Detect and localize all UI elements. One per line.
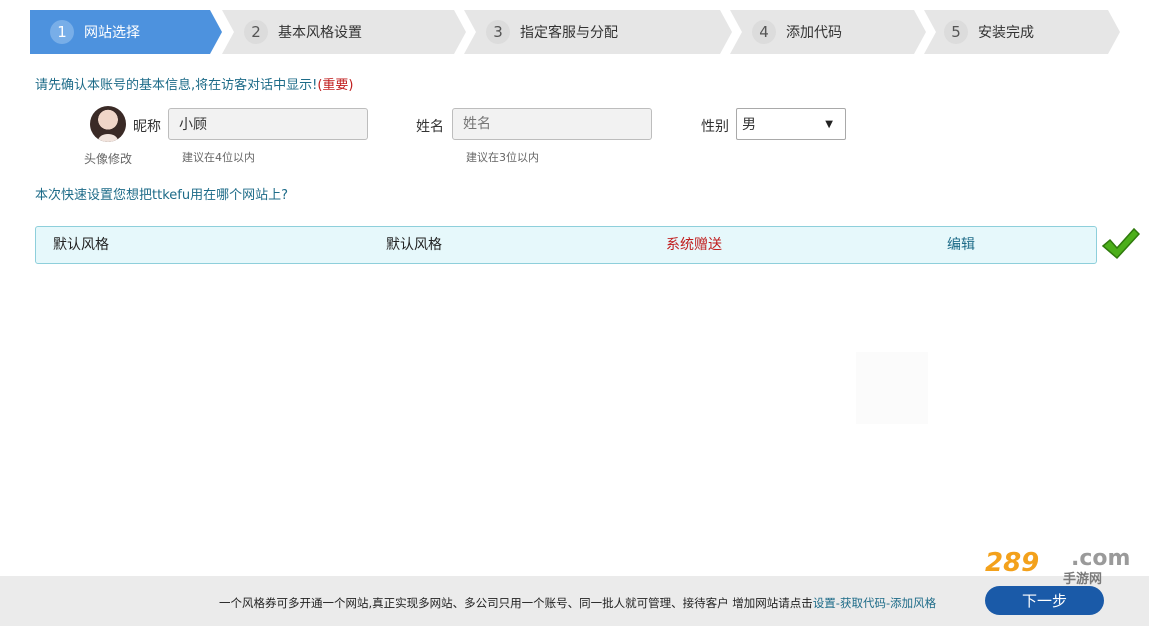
step-website-select[interactable]: 1 网站选择 — [30, 10, 222, 54]
intro-text: 请先确认本账号的基本信息,将在访客对话中显示!(重要) — [35, 78, 354, 93]
name-label: 姓名 — [416, 119, 444, 135]
website-question: 本次快速设置您想把ttkefu用在哪个网站上? — [35, 188, 288, 203]
step-add-code[interactable]: 4 添加代码 — [730, 10, 926, 54]
name-hint: 建议在3位以内 — [466, 151, 539, 164]
step-number: 4 — [752, 20, 776, 44]
website-status: 系统赠送 — [666, 237, 722, 253]
faint-watermark — [856, 352, 928, 424]
step-basic-style[interactable]: 2 基本风格设置 — [222, 10, 466, 54]
brand-logo: 289 .com 手游网 — [985, 546, 1131, 587]
next-step-button[interactable]: 下一步 — [985, 586, 1104, 615]
step-label: 指定客服与分配 — [520, 25, 618, 41]
nickname-hint: 建议在4位以内 — [182, 151, 255, 164]
step-number: 5 — [944, 20, 968, 44]
footer-settings-link[interactable]: 设置-获取代码-添加风格 — [813, 596, 936, 610]
nickname-input[interactable] — [168, 108, 368, 140]
step-label: 安装完成 — [978, 25, 1034, 41]
step-install-done[interactable]: 5 安装完成 — [924, 10, 1120, 54]
name-input[interactable] — [452, 108, 652, 140]
nickname-label: 昵称 — [133, 119, 161, 135]
website-style: 默认风格 — [386, 237, 442, 253]
footer-bar: 一个风格券可多开通一个网站,真正实现多网站、多公司只用一个账号、同一批人就可管理… — [0, 576, 1149, 626]
gender-value: 男 — [742, 117, 756, 133]
gender-label: 性别 — [701, 119, 729, 135]
step-number: 2 — [244, 20, 268, 44]
step-number: 3 — [486, 20, 510, 44]
important-note: (重要) — [317, 78, 354, 93]
website-name: 默认风格 — [53, 237, 109, 253]
avatar[interactable] — [90, 106, 126, 142]
step-number: 1 — [50, 20, 74, 44]
step-label: 网站选择 — [84, 25, 140, 41]
step-label: 基本风格设置 — [278, 25, 362, 41]
edit-link[interactable]: 编辑 — [947, 227, 975, 263]
steps-bar: 1 网站选择 2 基本风格设置 3 指定客服与分配 4 添加代码 5 安装完成 — [30, 10, 1120, 54]
footer-notice: 一个风格券可多开通一个网站,真正实现多网站、多公司只用一个账号、同一批人就可管理… — [219, 596, 937, 610]
website-row[interactable]: 默认风格 默认风格 系统赠送 编辑 — [35, 226, 1097, 264]
avatar-edit-link[interactable]: 头像修改 — [84, 150, 132, 167]
caret-down-icon: ▼ — [825, 118, 833, 130]
step-assign-service[interactable]: 3 指定客服与分配 — [464, 10, 732, 54]
checkmark-icon — [1101, 227, 1140, 260]
gender-select[interactable]: 男 ▼ — [736, 108, 846, 140]
step-label: 添加代码 — [786, 25, 842, 41]
